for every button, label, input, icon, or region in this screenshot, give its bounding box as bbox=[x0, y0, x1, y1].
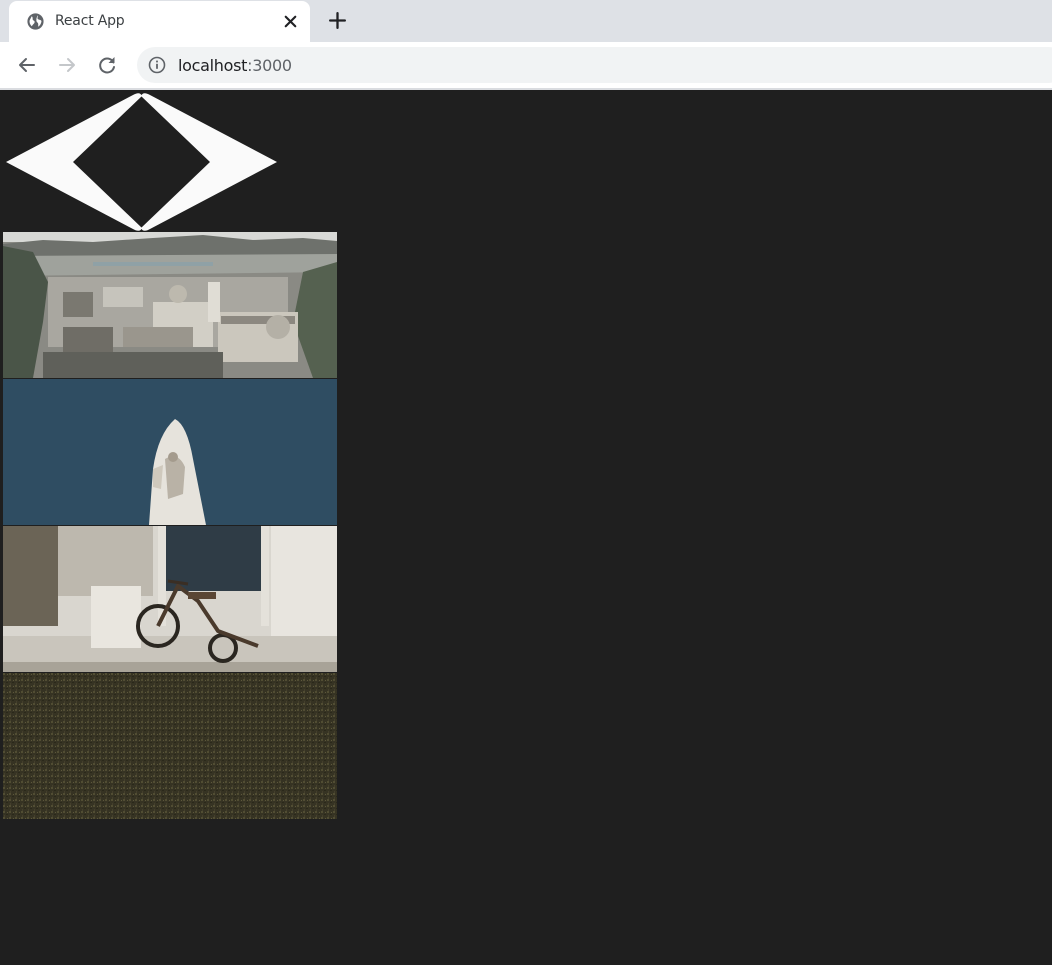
reload-icon[interactable] bbox=[95, 53, 119, 77]
forward-arrow-icon[interactable] bbox=[55, 53, 79, 77]
browser-toolbar: localhost:3000 bbox=[0, 42, 1052, 88]
url-text: localhost:3000 bbox=[178, 56, 292, 75]
tab-react-app[interactable]: React App bbox=[9, 1, 310, 42]
tricycle-photo[interactable] bbox=[3, 526, 337, 672]
close-icon[interactable] bbox=[282, 13, 299, 30]
globe-icon bbox=[27, 13, 44, 30]
tab-strip: React App bbox=[0, 0, 1052, 42]
city-aerial-photo[interactable] bbox=[3, 232, 337, 378]
texture-photo[interactable] bbox=[3, 673, 337, 819]
tab-title: React App bbox=[55, 13, 125, 29]
url-host: localhost bbox=[178, 56, 248, 75]
statue-photo[interactable] bbox=[3, 379, 337, 525]
plus-icon[interactable] bbox=[327, 10, 348, 31]
address-bar[interactable]: localhost:3000 bbox=[137, 47, 1052, 83]
url-port: :3000 bbox=[247, 56, 292, 75]
info-icon[interactable] bbox=[148, 56, 166, 74]
back-arrow-icon[interactable] bbox=[15, 53, 39, 77]
image-gallery bbox=[3, 232, 337, 820]
diamond-chevrons-logo bbox=[6, 93, 277, 231]
page-viewport bbox=[0, 90, 1052, 965]
